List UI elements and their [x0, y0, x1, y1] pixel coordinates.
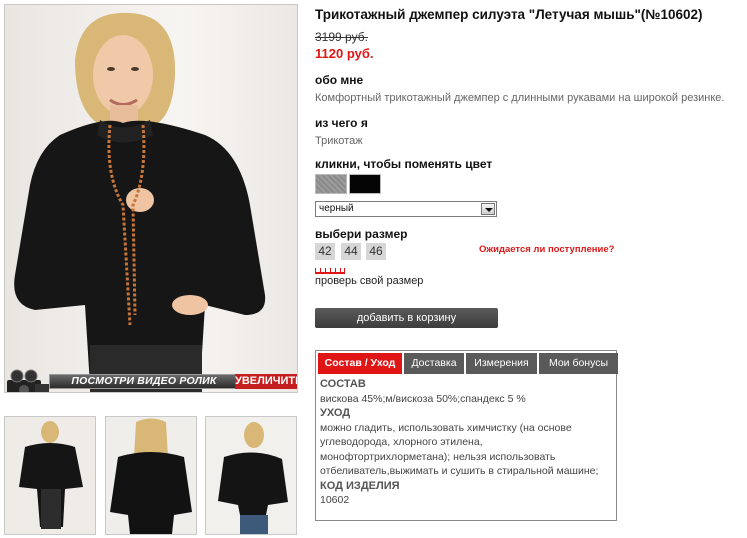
- tab-delivery[interactable]: Доставка: [404, 353, 464, 374]
- color-swatch-black[interactable]: [349, 174, 381, 194]
- zoom-button[interactable]: УВЕЛИЧИТЬ: [235, 374, 297, 389]
- info-tabs-panel: Состав / Уход Доставка Измерения Мои бон…: [315, 350, 618, 521]
- color-select-value: черный: [319, 203, 354, 214]
- thumbnail-2[interactable]: [105, 416, 197, 535]
- tab-bonuses[interactable]: Мои бонусы: [539, 353, 618, 374]
- thumbnail-image: [206, 417, 296, 534]
- care-heading: УХОД: [320, 407, 351, 419]
- thumbnail-image: [106, 417, 196, 534]
- color-swatch-gray[interactable]: [315, 174, 347, 194]
- video-play-button[interactable]: ПОСМОТРИ ВИДЕО РОЛИК: [49, 374, 239, 389]
- size-heading: выбери размер: [315, 227, 408, 241]
- thumbnail-image: [5, 417, 95, 534]
- about-heading: обо мне: [315, 73, 364, 87]
- tab-measurements[interactable]: Измерения: [466, 353, 537, 374]
- old-price: 3199 руб.: [315, 30, 368, 44]
- model-illustration: [14, 12, 266, 392]
- thumbnail-3[interactable]: [205, 416, 297, 535]
- product-title: Трикотажный джемпер силуэта "Летучая мыш…: [315, 7, 703, 22]
- size-option-42[interactable]: 42: [315, 243, 335, 260]
- material-text: Трикотаж: [315, 135, 363, 147]
- tab-content: СОСТАВ вискова 45%;м/вискоза 50%;спандек…: [320, 377, 610, 508]
- size-option-46[interactable]: 46: [366, 243, 386, 260]
- code-heading: КОД ИЗДЕЛИЯ: [320, 479, 400, 492]
- color-heading: кликни, чтобы поменять цвет: [315, 157, 493, 171]
- check-size-link[interactable]: проверь свой размер: [315, 275, 423, 287]
- care-text: можно гладить, использовать химчистку (н…: [320, 421, 599, 478]
- expect-arrival-link[interactable]: Ожидается ли поступление?: [479, 244, 614, 255]
- new-price: 1120 руб.: [315, 46, 374, 61]
- video-label: ПОСМОТРИ ВИДЕО РОЛИК: [71, 375, 217, 387]
- thumbnail-1[interactable]: [4, 416, 96, 535]
- ruler-icon[interactable]: [315, 267, 345, 274]
- main-product-photo[interactable]: ПОСМОТРИ ВИДЕО РОЛИК УВЕЛИЧИТЬ: [4, 4, 298, 393]
- composition-heading: СОСТАВ: [320, 378, 366, 390]
- composition-text: вискова 45%;м/вискоза 50%;спандекс 5 %: [320, 392, 526, 405]
- code-text: 10602: [320, 494, 350, 506]
- video-bar[interactable]: ПОСМОТРИ ВИДЕО РОЛИК УВЕЛИЧИТЬ: [5, 368, 297, 392]
- material-heading: из чего я: [315, 116, 368, 130]
- size-option-44[interactable]: 44: [341, 243, 361, 260]
- video-camera-icon[interactable]: [5, 368, 51, 393]
- chevron-down-icon[interactable]: [481, 203, 495, 215]
- tab-bar: Состав / Уход Доставка Измерения Мои бон…: [318, 353, 618, 374]
- add-to-cart-button[interactable]: добавить в корзину: [315, 308, 498, 328]
- tab-composition-care[interactable]: Состав / Уход: [318, 353, 402, 374]
- about-text: Комфортный трикотажный джемпер с длинным…: [315, 92, 725, 104]
- color-select[interactable]: черный: [315, 201, 497, 217]
